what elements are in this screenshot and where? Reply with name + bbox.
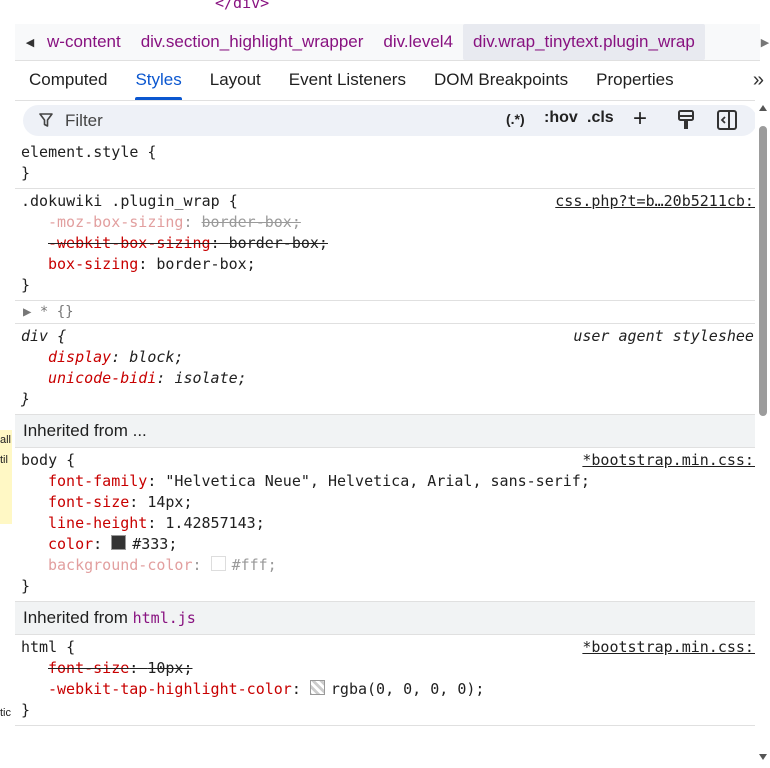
scroll-down-icon[interactable] [759,754,767,760]
tab-layout[interactable]: Layout [196,60,275,100]
regex-toggle[interactable]: (.*) [506,111,525,127]
tab-bar: Computed Styles Layout Event Listeners D… [15,60,770,101]
inherited-header: Inherited from html.js [15,602,760,635]
rule-source-link[interactable]: *bootstrap.min.css:5 [582,450,763,471]
tab-dom-breakpoints[interactable]: DOM Breakpoints [420,60,582,100]
sidebar-toggle-icon[interactable] [717,110,737,130]
rule-close: } [21,164,31,182]
property-name[interactable]: font-family [48,472,147,490]
declaration[interactable]: font-family: "Helvetica Neue", Helvetica… [21,471,760,492]
property-name[interactable]: box-sizing [48,255,138,273]
chevron-double-right-icon[interactable]: » [753,60,764,100]
breadcrumb-item-active[interactable]: div.wrap_tinytext.plugin_wrap [463,24,705,60]
property-name: display [48,348,112,366]
property-value[interactable]: 1.42857143; [165,514,264,532]
property-value[interactable]: 14px; [147,493,192,511]
rule-close: } [21,701,31,719]
property-value[interactable]: "Helvetica Neue", Helvetica, Arial, sans… [165,472,589,490]
declaration[interactable]: -webkit-box-sizing: border-box; [21,233,760,254]
property-value[interactable]: #333; [132,535,177,553]
styles-scrollbar[interactable] [755,100,770,768]
inherited-header: Inherited from ... [15,415,760,448]
property-name[interactable]: -webkit-box-sizing [48,234,211,252]
declaration[interactable]: -webkit-tap-highlight-color: rgba(0, 0, … [21,679,760,700]
property-name[interactable]: color [48,535,93,553]
filter-icon [39,113,53,127]
color-swatch[interactable] [111,535,127,550]
property-value[interactable]: border-box; [202,213,301,231]
tab-computed[interactable]: Computed [15,60,121,100]
devtools-panel: </div> ◀ w-content div.section_highlight… [15,0,770,768]
color-swatch[interactable] [309,680,325,695]
property-name[interactable]: -webkit-tap-highlight-color [48,680,292,698]
declaration[interactable]: box-sizing: border-box; [21,254,760,275]
property-name[interactable]: -moz-box-sizing [48,213,183,231]
property-value[interactable]: rgba(0, 0, 0, 0); [331,680,485,698]
property-name[interactable]: line-height [48,514,147,532]
declaration[interactable]: line-height: 1.42857143; [21,513,760,534]
hov-button[interactable]: :hov [544,109,578,127]
breadcrumb-item[interactable]: w-content [45,24,131,60]
caret-right-icon[interactable]: ▶ [750,24,770,60]
declaration[interactable]: color: #333; [21,534,760,555]
cls-button[interactable]: .cls [587,109,614,127]
rule-selector[interactable]: element.style { [21,142,760,163]
property-value[interactable]: #fff; [232,556,277,574]
property-value: block; [129,348,184,366]
tab-properties[interactable]: Properties [582,60,687,100]
breadcrumb: ◀ w-content div.section_highlight_wrappe… [15,24,769,61]
elements-code-line: </div> [215,0,270,12]
property-name: unicode-bidi [48,369,157,387]
filter-input[interactable]: Filter [65,111,103,131]
paint-brush-icon[interactable] [677,110,695,130]
property-name[interactable]: background-color [48,556,193,574]
scroll-up-icon[interactable] [759,105,767,111]
property-value[interactable]: 10px; [147,659,192,677]
tab-styles[interactable]: Styles [121,60,195,100]
property-value[interactable]: border-box; [156,255,255,273]
declaration[interactable]: font-size: 14px; [21,492,760,513]
new-rule-button[interactable]: + [633,105,647,133]
rule-div-user-agent[interactable]: div { user agent stylesheet display: blo… [15,324,763,415]
rule-close: } [21,390,31,408]
declaration[interactable]: -moz-box-sizing: border-box; [21,212,760,233]
rule-close: } [21,276,31,294]
caret-left-icon[interactable]: ◀ [15,24,45,60]
declaration[interactable]: font-size: 10px; [21,658,760,679]
inherited-label: Inherited from [23,608,133,627]
rule-body[interactable]: body { *bootstrap.min.css:5 font-family:… [15,448,763,602]
styles-rules-list: element.style { } .dokuwiki .plugin_wrap… [15,140,763,726]
highlighted-note: all til [0,430,12,524]
property-value: isolate; [174,369,247,387]
scroll-thumb[interactable] [759,126,767,416]
tab-event-listeners[interactable]: Event Listeners [275,60,420,100]
property-name[interactable]: font-size [48,493,129,511]
rule-html[interactable]: html { *bootstrap.min.css:5 font-size: 1… [15,635,763,726]
note-line: til [0,454,8,466]
inherited-source[interactable]: html.js [133,609,196,627]
rule-element-style[interactable]: element.style { } [15,140,760,189]
rule-source: user agent stylesheet [573,327,763,345]
note-line: all [0,434,12,446]
property-value[interactable]: border-box; [229,234,328,252]
declaration[interactable]: background-color: #fff; [21,555,760,576]
property-name[interactable]: font-size [48,659,129,677]
rule-universal-collapsed[interactable]: ▶ * {} [15,301,760,324]
declaration: unicode-bidi: isolate; [48,369,247,387]
rule-dokuwiki-plugin-wrap[interactable]: .dokuwiki .plugin_wrap { css.php?t=b…20b… [15,189,763,301]
breadcrumb-item[interactable]: div.level4 [373,24,463,60]
left-page-strip: all til tic [0,0,16,768]
declaration: display: block; [48,348,184,366]
page-text-fragment: tic [0,707,11,719]
rule-close: } [21,577,31,595]
filter-bar: Filter (.*) :hov .cls + [23,105,757,136]
rule-source-link[interactable]: *bootstrap.min.css:5 [582,637,763,658]
breadcrumb-item[interactable]: div.section_highlight_wrapper [131,24,374,60]
inherited-label: Inherited from ... [23,421,147,440]
rule-source-link[interactable]: css.php?t=b…20b5211cb:1 [555,191,763,212]
color-swatch[interactable] [210,556,226,571]
